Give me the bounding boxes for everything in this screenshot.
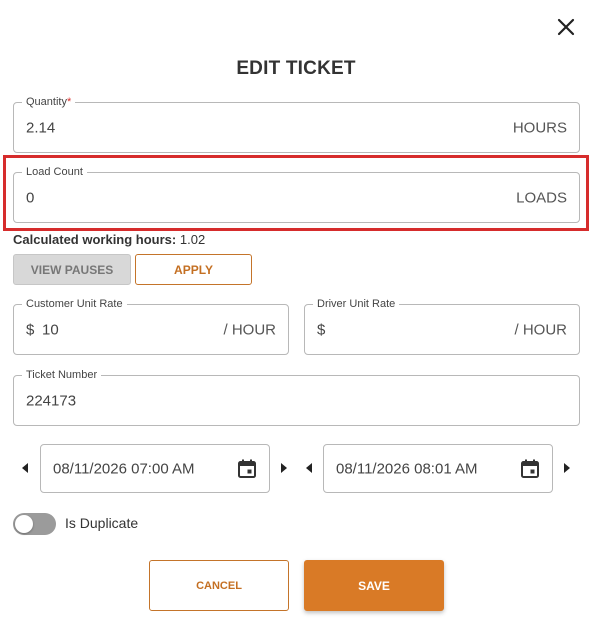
is-duplicate-toggle[interactable] [13, 513, 56, 535]
driver-unit-rate-label: Driver Unit Rate [313, 297, 400, 311]
ticket-number-value: 224173 [26, 392, 77, 409]
quantity-unit: HOURS [512, 119, 567, 136]
end-next-arrow[interactable] [561, 461, 573, 475]
calendar-icon [521, 459, 539, 478]
customer-unit-rate-field[interactable]: Customer Unit Rate $ 10 / HOUR [13, 297, 289, 355]
start-calendar-button[interactable] [235, 457, 259, 481]
apply-button[interactable]: APPLY [135, 254, 252, 285]
start-datetime-value: 08/11/2026 07:00 AM [53, 460, 195, 477]
load-count-unit: LOADS [516, 189, 567, 206]
driver-unit-rate-unit: / HOUR [514, 321, 568, 338]
caret-right-icon [564, 463, 570, 473]
load-count-label: Load Count [22, 165, 87, 179]
start-prev-arrow[interactable] [19, 461, 31, 475]
calculated-working-hours: Calculated working hours: 1.02 [13, 232, 205, 247]
close-button[interactable] [555, 16, 577, 38]
quantity-field[interactable]: Quantity* 2.14 HOURS [13, 95, 580, 153]
cancel-button[interactable]: CANCEL [149, 560, 289, 611]
customer-unit-rate-unit: / HOUR [223, 321, 277, 338]
customer-unit-rate-value: 10 [42, 321, 59, 338]
quantity-value: 2.14 [26, 119, 56, 136]
ticket-number-field[interactable]: Ticket Number 224173 [13, 368, 580, 426]
view-pauses-button[interactable]: VIEW PAUSES [13, 254, 131, 285]
end-datetime-value: 08/11/2026 08:01 AM [336, 460, 478, 477]
close-icon [557, 18, 575, 36]
load-count-value: 0 [26, 189, 35, 206]
driver-unit-rate-field[interactable]: Driver Unit Rate $ / HOUR [304, 297, 580, 355]
save-button[interactable]: SAVE [304, 560, 444, 611]
customer-unit-rate-label: Customer Unit Rate [22, 297, 127, 311]
toggle-knob [15, 515, 33, 533]
currency-prefix: $ [26, 321, 35, 338]
currency-prefix: $ [317, 321, 326, 338]
end-datetime-field[interactable]: 08/11/2026 08:01 AM [323, 444, 553, 493]
dialog-title: EDIT TICKET [236, 58, 356, 79]
start-next-arrow[interactable] [278, 461, 290, 475]
caret-right-icon [281, 463, 287, 473]
calculated-hours-value: 1.02 [179, 232, 206, 247]
end-prev-arrow[interactable] [303, 461, 315, 475]
calendar-icon [238, 459, 256, 478]
required-marker: * [66, 96, 72, 108]
is-duplicate-label: Is Duplicate [65, 515, 139, 531]
caret-left-icon [306, 463, 312, 473]
end-calendar-button[interactable] [518, 457, 542, 481]
quantity-label: Quantity* [22, 95, 76, 109]
calculated-hours-label: Calculated working hours: [13, 232, 177, 247]
start-datetime-field[interactable]: 08/11/2026 07:00 AM [40, 444, 270, 493]
caret-left-icon [22, 463, 28, 473]
ticket-number-label: Ticket Number [22, 368, 102, 382]
load-count-field[interactable]: Load Count 0 LOADS [13, 165, 580, 223]
